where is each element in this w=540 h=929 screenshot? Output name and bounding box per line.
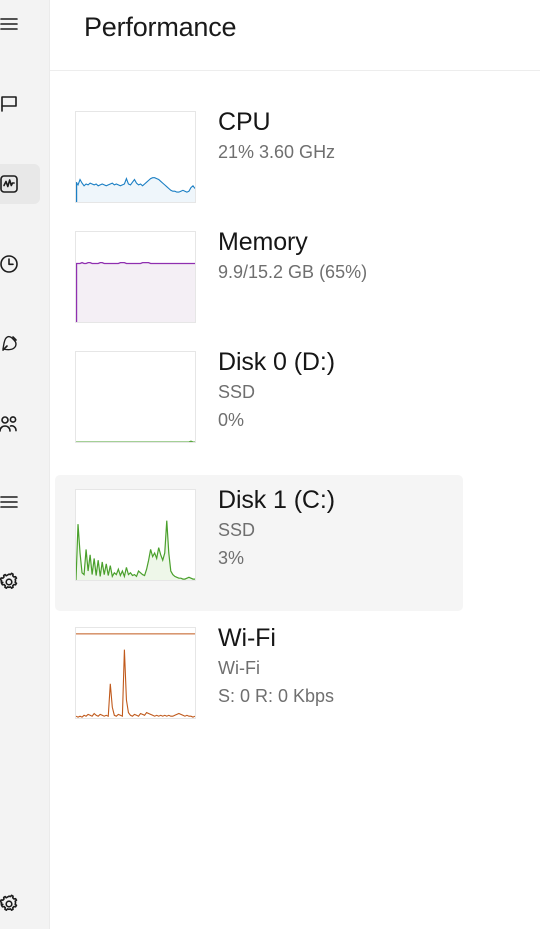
- memory-sparkline: [76, 232, 195, 322]
- memory-title: Memory: [218, 228, 308, 256]
- disk0-text-block: Disk 0 (D:) SSD 0%: [218, 346, 335, 435]
- cpu-sparkline: [76, 112, 195, 202]
- cpu-stat: 21% 3.60 GHz: [218, 142, 336, 162]
- startup-apps-icon: [0, 333, 20, 355]
- settings-gear-icon: [0, 893, 20, 915]
- memory-stat: 9.9/15.2 GB (65%): [218, 262, 368, 282]
- detail-panel: Disk 1 (C:) Active time: [463, 71, 540, 929]
- resource-list: CPU 21% 3.60 GHz Memory 9.9/15.2 GB (65%…: [50, 71, 463, 929]
- sidebar-item-menu[interactable]: [0, 0, 40, 48]
- details-icon: [0, 492, 19, 512]
- wifi-stat: S: 0 R: 0 Kbps: [218, 686, 335, 707]
- sidebar-item-users[interactable]: [0, 400, 40, 448]
- disk0-title: Disk 0 (D:): [218, 348, 335, 376]
- cpu-title: CPU: [218, 108, 271, 136]
- wifi-text-block: Wi-Fi Wi-Fi S: 0 R: 0 Kbps: [218, 622, 334, 711]
- users-icon: [0, 413, 21, 435]
- sidebar-item-performance[interactable]: [0, 160, 40, 208]
- cpu-thumbnail-graph: [75, 111, 196, 203]
- processes-icon: [0, 94, 19, 114]
- sidebar-item-settings[interactable]: [0, 880, 40, 928]
- disk0-thumbnail-graph: [75, 351, 196, 443]
- task-manager-window: Performance CPU 21% 3.60 GHz Memory 9.9/…: [0, 0, 540, 929]
- services-gear-icon: [0, 571, 20, 593]
- disk1-type: SSD: [218, 520, 256, 540]
- wifi-title: Wi-Fi: [218, 624, 276, 652]
- page-header: Performance: [50, 0, 540, 71]
- app-history-icon: [0, 253, 20, 275]
- sidebar-item-processes[interactable]: [0, 80, 40, 128]
- main-content: Performance CPU 21% 3.60 GHz Memory 9.9/…: [50, 0, 540, 929]
- disk1-thumbnail-graph: [75, 489, 196, 581]
- sidebar-item-services[interactable]: [0, 558, 40, 606]
- disk1-text-block: Disk 1 (C:) SSD 3%: [218, 484, 335, 573]
- disk0-stat: 0%: [218, 410, 245, 431]
- page-title: Performance: [84, 12, 237, 42]
- disk0-sparkline: [76, 352, 195, 442]
- disk1-title: Disk 1 (C:): [218, 486, 335, 514]
- sidebar-item-details[interactable]: [0, 478, 40, 526]
- memory-thumbnail-graph: [75, 231, 196, 323]
- cpu-text-block: CPU 21% 3.60 GHz: [218, 106, 335, 166]
- resource-row-disk0[interactable]: Disk 0 (D:) SSD 0%: [55, 337, 463, 473]
- navigation-rail: [0, 0, 50, 929]
- wifi-sparkline: [76, 628, 195, 718]
- sidebar-item-app-history[interactable]: [0, 240, 40, 288]
- wifi-thumbnail-graph: [75, 627, 196, 719]
- resource-row-cpu[interactable]: CPU 21% 3.60 GHz: [55, 97, 463, 215]
- memory-text-block: Memory 9.9/15.2 GB (65%): [218, 226, 367, 286]
- resource-row-wifi[interactable]: Wi-Fi Wi-Fi S: 0 R: 0 Kbps: [55, 613, 463, 749]
- wifi-adapter: Wi-Fi: [218, 658, 260, 678]
- disk1-stat: 3%: [218, 548, 245, 569]
- disk0-type: SSD: [218, 382, 256, 402]
- hamburger-menu-icon: [0, 14, 19, 34]
- resource-row-memory[interactable]: Memory 9.9/15.2 GB (65%): [55, 217, 463, 335]
- disk1-sparkline: [76, 490, 195, 580]
- resource-row-disk1[interactable]: Disk 1 (C:) SSD 3%: [55, 475, 463, 611]
- performance-icon: [0, 173, 20, 195]
- sidebar-item-startup-apps[interactable]: [0, 320, 40, 368]
